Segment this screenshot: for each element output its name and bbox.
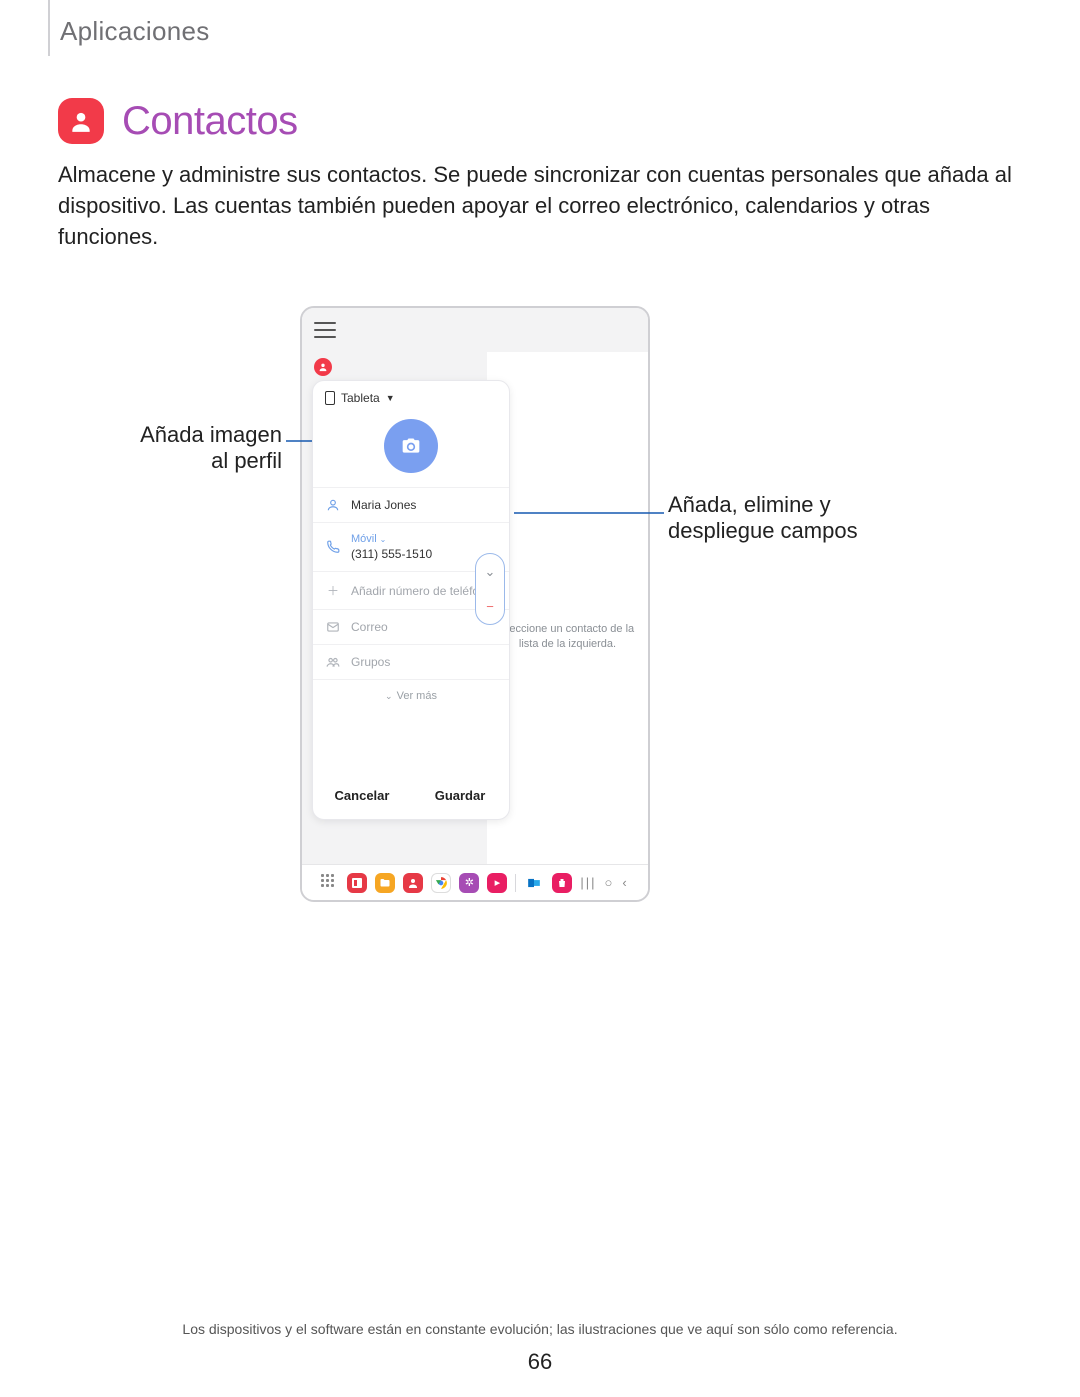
tablet-icon [325, 391, 335, 405]
chevron-down-icon: ⌄ [385, 691, 393, 701]
recents-nav-icon[interactable]: ||| [580, 875, 596, 890]
field-expand-collapse-control[interactable]: ⌄ − [475, 553, 505, 625]
groups-field[interactable]: Grupos [313, 644, 509, 679]
name-field[interactable]: Maria Jones [313, 487, 509, 522]
person-icon [325, 498, 341, 512]
phone-type-dropdown[interactable]: Móvil⌄ [351, 533, 432, 545]
taskbar: ✲ ▸ ||| ○ ‹ [302, 864, 648, 900]
taskbar-app-youtube[interactable]: ▸ [487, 873, 507, 893]
taskbar-app-contacts[interactable] [403, 873, 423, 893]
callout-add-image: Añada imagen al perfil [124, 422, 282, 475]
section-divider [48, 0, 50, 56]
taskbar-app-flipboard[interactable] [347, 873, 367, 893]
callout-field-controls: Añada, elimine y despliegue campos [668, 492, 928, 545]
contacts-app-icon [58, 98, 104, 144]
save-button[interactable]: Guardar [411, 772, 509, 819]
phone-icon [325, 540, 341, 554]
cancel-button[interactable]: Cancelar [313, 772, 411, 819]
groups-icon [325, 655, 341, 669]
back-nav-icon[interactable]: ‹ [622, 875, 628, 890]
page-heading: Contactos [122, 99, 298, 144]
tablet-screenshot: eleccione un contacto de la lista de la … [300, 306, 650, 902]
home-nav-icon[interactable]: ○ [604, 875, 614, 890]
chevron-down-icon: ⌄ [485, 564, 496, 580]
apps-icon[interactable] [321, 874, 339, 892]
taskbar-app-outlook[interactable] [524, 873, 544, 893]
taskbar-app-store[interactable] [552, 873, 572, 893]
footnote: Los dispositivos y el software están en … [0, 1321, 1080, 1337]
mail-icon [325, 620, 341, 634]
minus-icon: − [486, 599, 494, 614]
caret-down-icon: ⌄ [380, 535, 387, 544]
contact-detail-placeholder: eleccione un contacto de la lista de la … [487, 352, 648, 864]
section-title: Aplicaciones [60, 16, 210, 47]
caret-down-icon: ▼ [386, 393, 395, 403]
camera-icon [401, 436, 421, 456]
edit-contact-modal: Tableta ▼ Maria Jones Móvil⌄ (311) 555-1… [312, 380, 510, 820]
page-description: Almacene y administre sus contactos. Se … [58, 160, 1022, 252]
storage-location-dropdown[interactable]: Tableta ▼ [313, 381, 509, 415]
page-number: 66 [0, 1349, 1080, 1375]
phone-value: (311) 555-1510 [351, 547, 432, 561]
add-profile-image-button[interactable] [384, 419, 438, 473]
taskbar-app-chrome[interactable] [431, 873, 451, 893]
plus-icon: ＋ [325, 582, 341, 599]
show-more-button[interactable]: ⌄Ver más [313, 679, 509, 712]
menu-icon[interactable] [314, 322, 336, 338]
my-profile-icon[interactable] [314, 358, 332, 376]
taskbar-app-gallery[interactable]: ✲ [459, 873, 479, 893]
taskbar-app-files[interactable] [375, 873, 395, 893]
